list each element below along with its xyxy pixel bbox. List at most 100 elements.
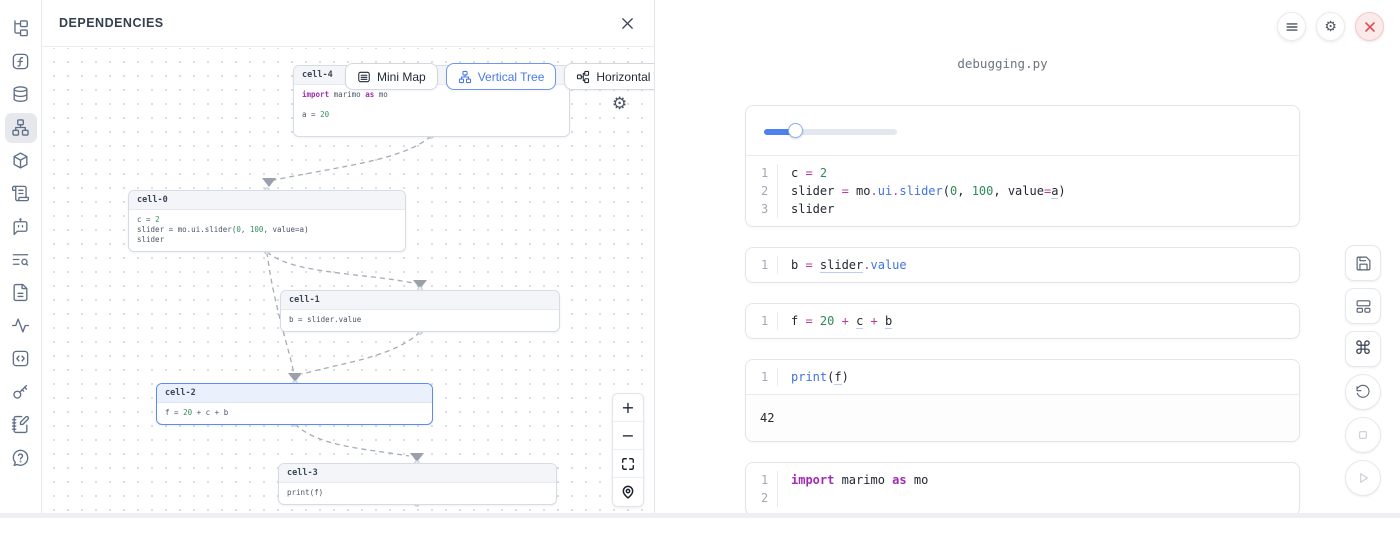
layout-icon [1355, 298, 1372, 315]
line-number-gutter: 12 [746, 471, 778, 507]
mini-map-icon [357, 70, 371, 84]
notebook-cell-4[interactable]: 12 import marimo as mo [745, 462, 1300, 516]
file-text-icon [11, 283, 30, 302]
keyboard-shortcuts-button[interactable]: ⌘ [1345, 331, 1381, 367]
code-line[interactable]: c = 2 [791, 164, 1066, 182]
line-number: 2 [761, 182, 777, 200]
save-icon [1355, 255, 1372, 272]
code-line[interactable]: f = 20 + c + b [791, 312, 892, 330]
sidebar-item-scratchpad[interactable] [5, 410, 37, 440]
shutdown-button[interactable] [1355, 12, 1384, 41]
graph-settings-button[interactable]: ⚙ [612, 96, 627, 113]
vertical-tree-label: Vertical Tree [478, 70, 545, 84]
cell-output [746, 106, 1299, 156]
sidebar-item-help[interactable] [5, 443, 37, 473]
menu-icon [1285, 20, 1299, 34]
helper-panel-rail [0, 0, 42, 518]
fit-view-button[interactable] [613, 450, 643, 478]
vertical-tree-button[interactable]: Vertical Tree [446, 63, 557, 90]
save-button[interactable] [1345, 245, 1381, 281]
notebook-settings-button[interactable]: ⚙ [1316, 12, 1345, 41]
code-line[interactable]: slider = mo.ui.slider(0, 100, value=a) [791, 182, 1066, 200]
slider-thumb[interactable] [788, 123, 803, 138]
cell-editor[interactable]: 123c = 2slider = mo.ui.slider(0, 100, va… [746, 156, 1299, 226]
graph-zoom-controls: + − [612, 393, 644, 507]
zoom-out-button[interactable]: − [613, 422, 643, 450]
close-icon [1364, 21, 1376, 33]
sidebar-item-documentation[interactable] [5, 179, 37, 209]
undo-button[interactable] [1345, 374, 1381, 410]
graph-node-title: cell-3 [279, 464, 556, 483]
minus-icon: − [621, 426, 634, 445]
cell-editor[interactable]: 1 print(f) [746, 360, 1299, 394]
line-number-gutter: 123 [746, 164, 778, 218]
key-icon [11, 382, 30, 401]
notebook-cell-0[interactable]: 123c = 2slider = mo.ui.slider(0, 100, va… [745, 105, 1300, 227]
mini-map-button[interactable]: Mini Map [345, 63, 438, 90]
graph-node-cell-1[interactable]: cell-1b = slider.value [280, 290, 560, 332]
dependencies-panel: DEPENDENCIES [42, 0, 655, 518]
cell-editor[interactable]: 1f = 20 + c + b [746, 304, 1299, 338]
center-location-button[interactable] [613, 478, 643, 506]
notebook-cell-2[interactable]: 1f = 20 + c + b [745, 303, 1300, 339]
function-square-icon [11, 52, 30, 71]
graph-node-cell-3[interactable]: cell-3 print(f) [278, 463, 557, 505]
line-number: 1 [761, 368, 777, 386]
code-lines[interactable]: f = 20 + c + b [778, 312, 892, 330]
horizontal-tree-button[interactable]: Horizontal Tree [564, 63, 654, 90]
sidebar-item-functions[interactable] [5, 47, 37, 77]
graph-node-code: b = slider.value [281, 310, 559, 331]
notebook-menu-button[interactable] [1277, 12, 1306, 41]
graph-node-cell-0[interactable]: cell-0c = 2slider = mo.ui.slider(0, 100,… [128, 190, 406, 252]
code-square-icon [11, 349, 30, 368]
graph-node-cell-2[interactable]: cell-2f = 20 + c + b [156, 383, 433, 425]
code-line[interactable]: import marimo as mo [791, 471, 928, 489]
code-lines[interactable]: b = slider.value [778, 256, 907, 274]
chat-bot-icon [11, 217, 30, 236]
graph-node-code: print(f) [279, 483, 556, 504]
app-window: DEPENDENCIES [0, 0, 1400, 518]
zoom-in-button[interactable]: + [613, 394, 643, 422]
sidebar-item-packages[interactable] [5, 146, 37, 176]
run-all-button[interactable] [1345, 460, 1381, 496]
sidebar-item-secrets[interactable] [5, 377, 37, 407]
sidebar-item-file-tree[interactable] [5, 14, 37, 44]
sidebar-item-snippets[interactable] [5, 344, 37, 374]
gear-icon: ⚙ [612, 94, 627, 114]
plus-icon: + [621, 398, 634, 417]
cell-editor[interactable]: 12 import marimo as mo [746, 463, 1299, 515]
code-line[interactable]: slider [791, 200, 1066, 218]
code-line[interactable]: print(f) [791, 368, 849, 386]
code-line [302, 120, 561, 130]
sidebar-item-dependencies[interactable] [5, 113, 37, 143]
cell-editor[interactable]: 1 b = slider.value [746, 248, 1299, 282]
line-number: 3 [761, 200, 777, 218]
filename[interactable]: debugging.py [655, 56, 1350, 71]
slider-widget[interactable] [764, 123, 897, 140]
code-line: import marimo as mo [302, 90, 561, 100]
graph-node-code: f = 20 + c + b [157, 403, 432, 424]
code-line: print(f) [287, 488, 548, 498]
code-line[interactable] [791, 489, 928, 507]
close-panel-button[interactable] [618, 14, 637, 33]
sidebar-item-notes[interactable] [5, 278, 37, 308]
notebook-top-controls: ⚙ [1277, 12, 1384, 41]
layout-button[interactable] [1345, 288, 1381, 324]
sidebar-item-logs[interactable] [5, 245, 37, 275]
mini-map-label: Mini Map [377, 70, 426, 84]
sidebar-item-chat[interactable] [5, 212, 37, 242]
sidebar-item-datasources[interactable] [5, 80, 37, 110]
dependencies-header: DEPENDENCIES [42, 0, 654, 47]
code-lines[interactable]: c = 2slider = mo.ui.slider(0, 100, value… [778, 164, 1066, 218]
interrupt-button[interactable] [1345, 417, 1381, 453]
dependency-graph-canvas[interactable]: cell-4import marimo as moa = 20cell-0c =… [42, 48, 654, 513]
line-number-gutter: 1 [746, 256, 778, 274]
code-lines[interactable]: import marimo as mo [778, 471, 928, 507]
sidebar-item-tracing[interactable] [5, 311, 37, 341]
panel-title: DEPENDENCIES [59, 16, 164, 30]
horizontal-tree-icon [576, 70, 590, 84]
code-line[interactable]: b = slider.value [791, 256, 907, 274]
notebook-cell-3[interactable]: 1print(f)42 [745, 359, 1300, 442]
notebook-cell-1[interactable]: 1 b = slider.value [745, 247, 1300, 283]
code-lines[interactable]: print(f) [778, 368, 849, 386]
